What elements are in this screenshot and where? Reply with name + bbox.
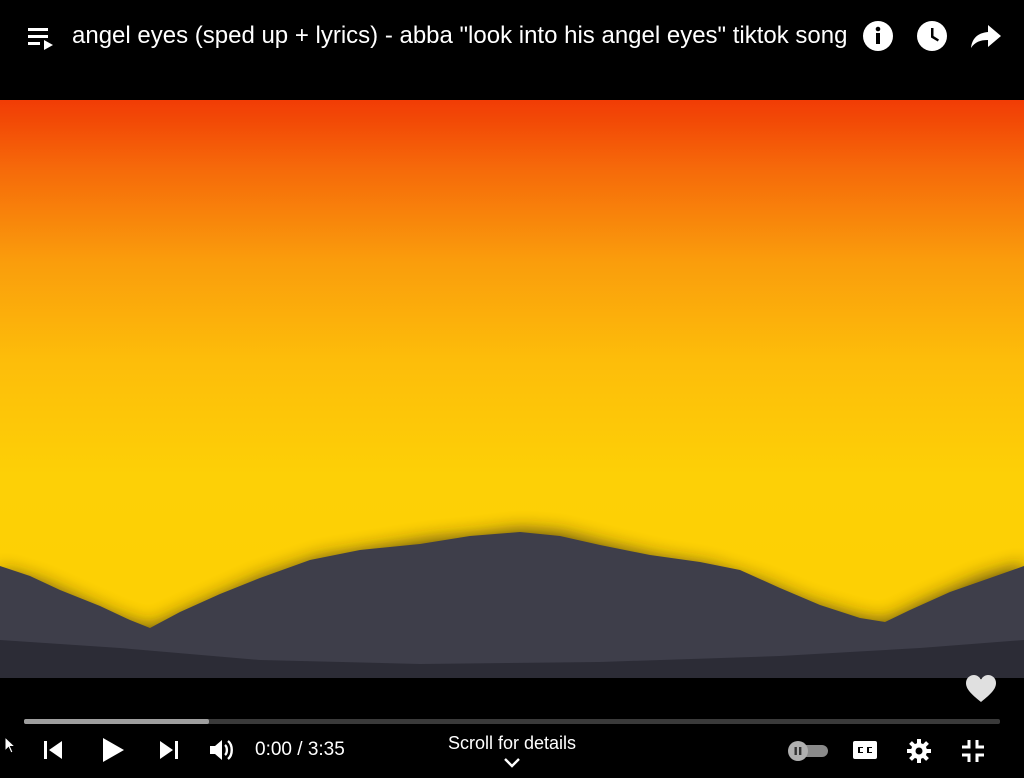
settings-icon[interactable] — [906, 738, 932, 764]
top-bar: angel eyes (sped up + lyrics) - abba "lo… — [0, 0, 1024, 72]
next-icon[interactable] — [158, 739, 180, 761]
cc-icon[interactable] — [852, 740, 878, 760]
info-icon[interactable] — [862, 20, 894, 52]
playlist-icon[interactable] — [28, 26, 56, 52]
previous-icon[interactable] — [42, 739, 64, 761]
player-controls: 0:00 / 3:35 Scroll for details — [0, 675, 1024, 778]
video-title: angel eyes (sped up + lyrics) - abba "lo… — [72, 22, 848, 49]
progress-bar[interactable] — [24, 719, 1000, 724]
cursor-icon — [4, 736, 16, 754]
time-display: 0:00 / 3:35 — [255, 739, 345, 760]
watch-later-icon[interactable] — [916, 20, 948, 52]
exit-fullscreen-icon[interactable] — [960, 738, 986, 764]
heart-icon[interactable] — [965, 674, 997, 704]
volume-icon[interactable] — [208, 738, 236, 762]
autoplay-toggle[interactable] — [786, 740, 830, 762]
play-icon[interactable] — [100, 736, 126, 764]
video-mountains — [0, 530, 1024, 678]
video-frame[interactable] — [0, 100, 1024, 678]
share-icon[interactable] — [970, 24, 1002, 50]
progress-loaded — [24, 719, 210, 724]
scroll-for-details[interactable]: Scroll for details — [412, 732, 612, 754]
chevron-down-icon[interactable] — [502, 757, 522, 769]
